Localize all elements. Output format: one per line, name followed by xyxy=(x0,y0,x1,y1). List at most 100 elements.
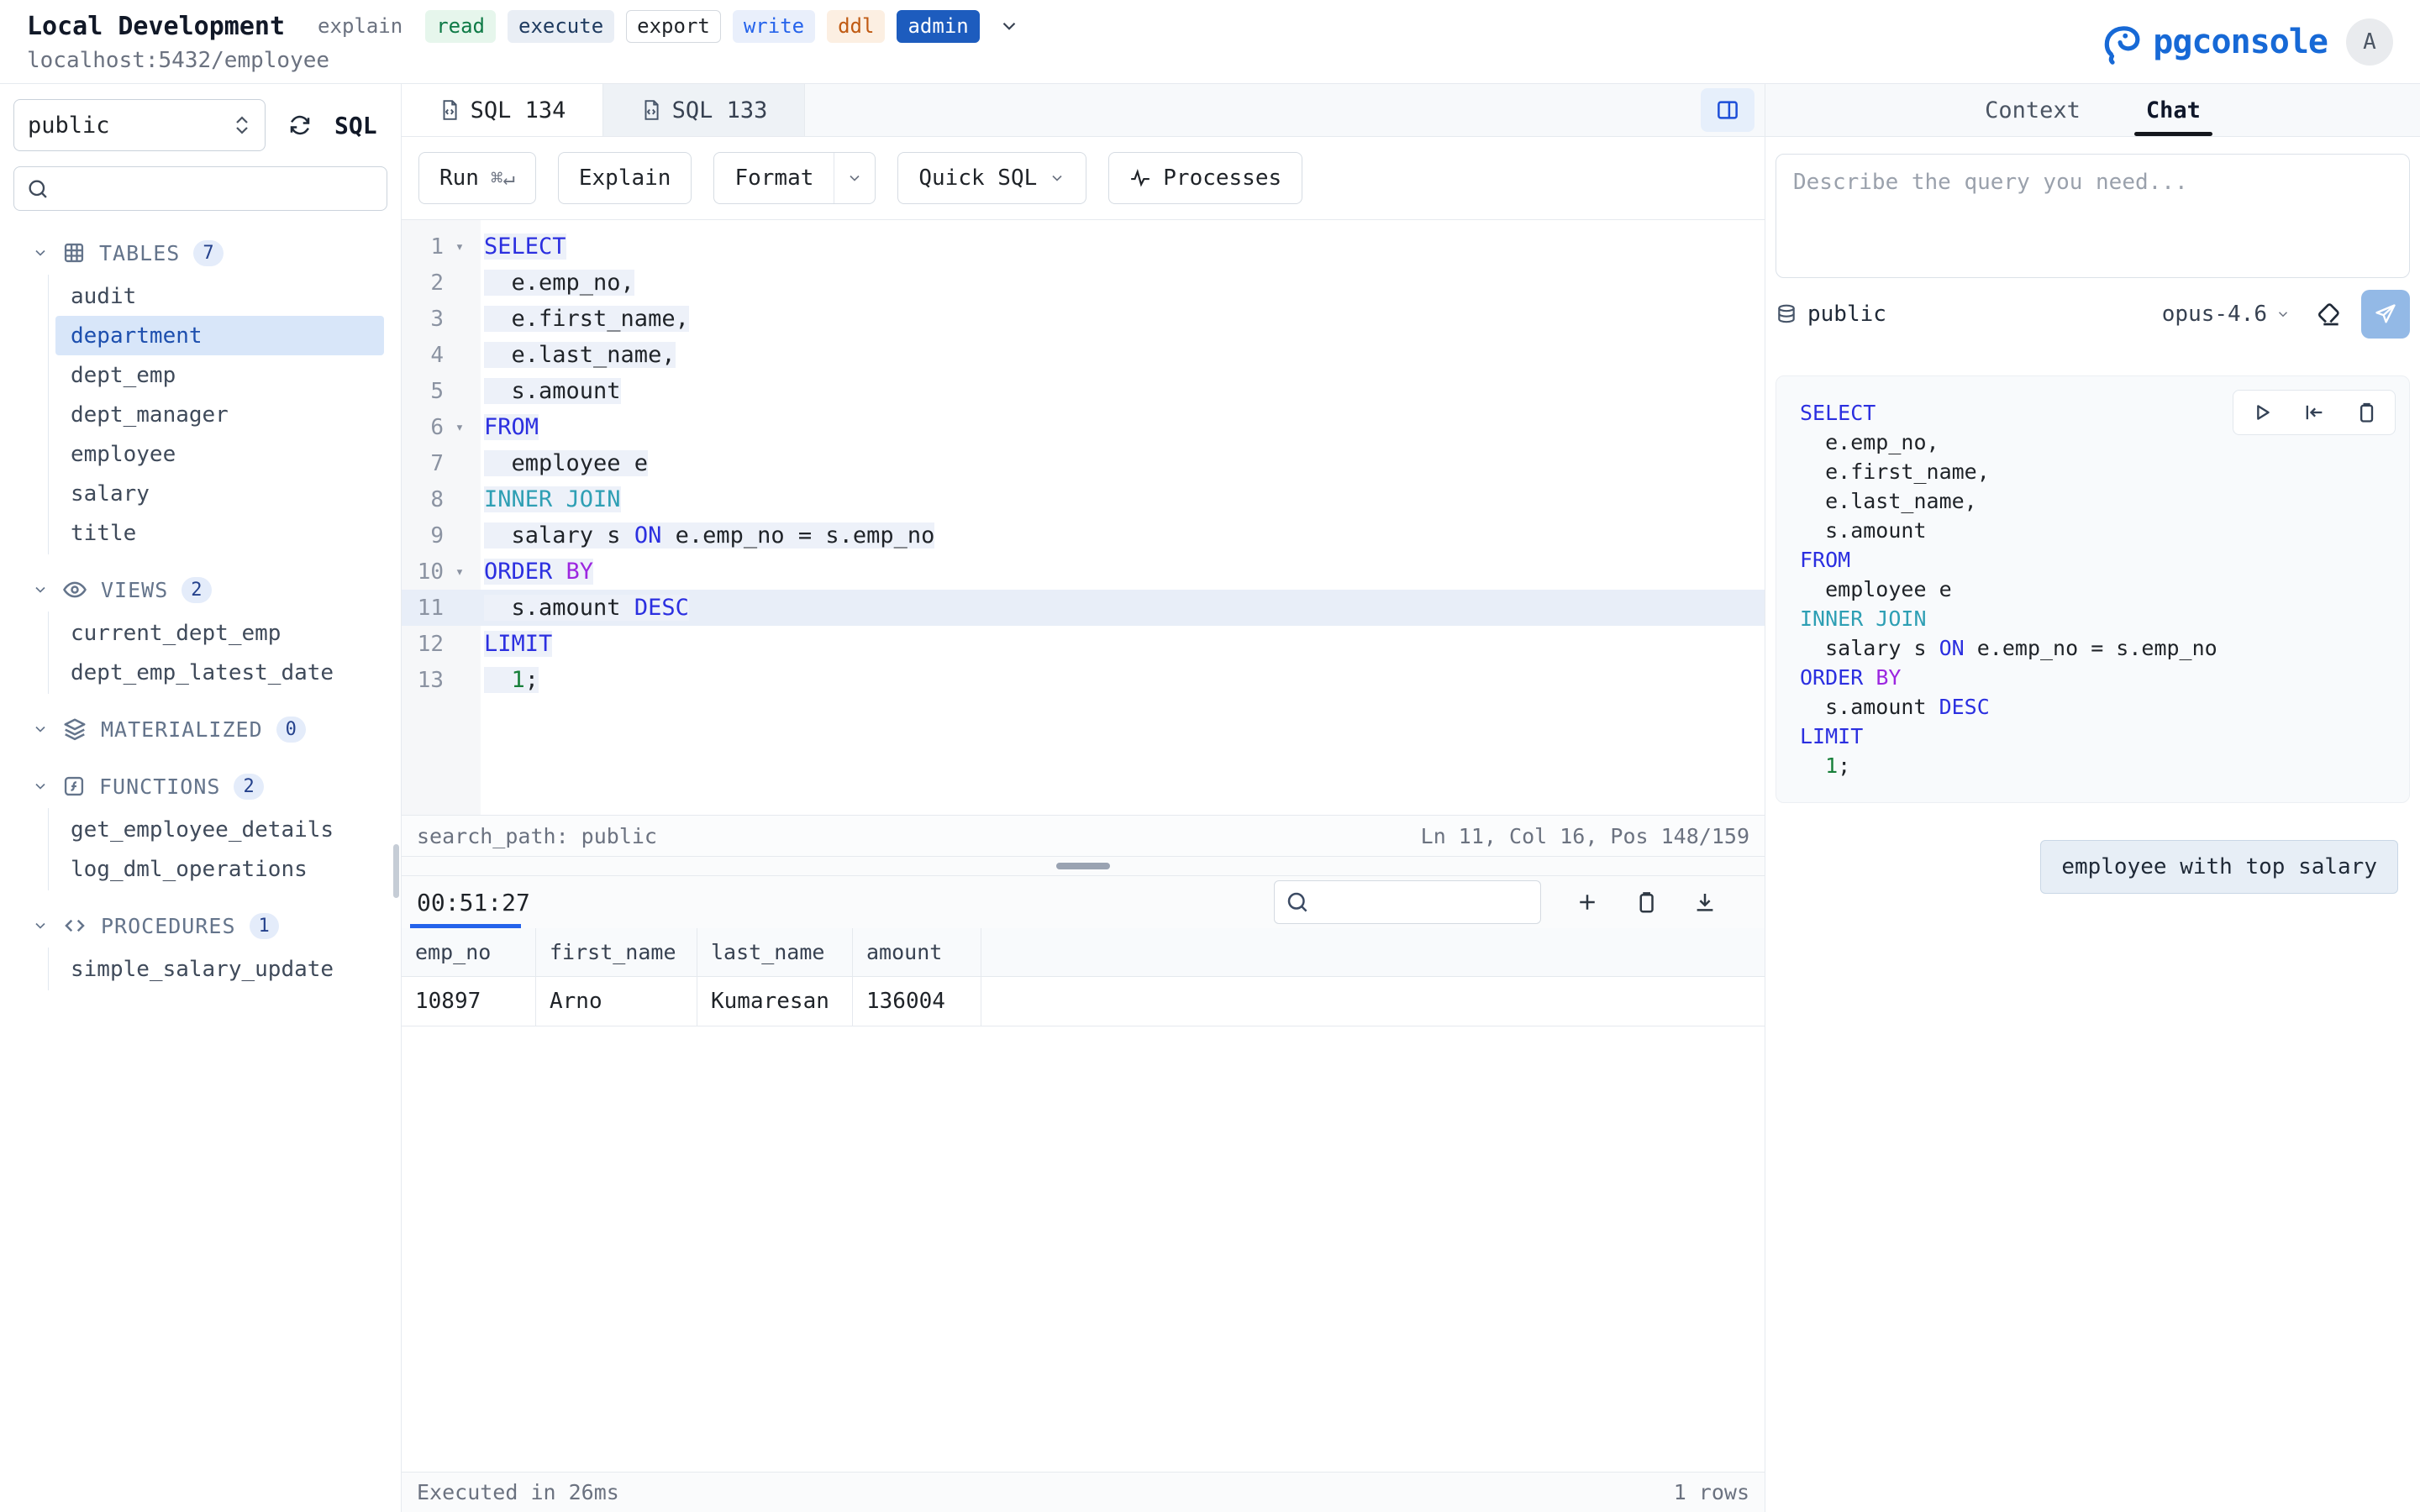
editor-line-9[interactable]: 9 salary s ON e.emp_no = s.emp_no xyxy=(402,517,1765,554)
editor-line-12[interactable]: 12LIMIT xyxy=(402,626,1765,662)
connection-info: Local Development explainreadexecuteexpo… xyxy=(27,10,1020,73)
editor-line-11[interactable]: 11 s.amount DESC xyxy=(402,590,1765,626)
schema-sidebar: public SQL TABLES7auditdepartmentdept_em… xyxy=(0,84,402,1512)
sidebar-section-tables: TABLES7auditdepartmentdept_empdept_manag… xyxy=(0,231,401,554)
copy-code-button[interactable] xyxy=(2354,401,2378,424)
activity-pulse-icon xyxy=(1129,167,1151,189)
sidebar-item-get_employee_details[interactable]: get_employee_details xyxy=(55,810,384,849)
run-label: Run xyxy=(439,165,479,191)
user-avatar[interactable]: A xyxy=(2346,18,2393,66)
download-results-button[interactable] xyxy=(1692,890,1718,915)
section-header-procedures[interactable]: PROCEDURES1 xyxy=(0,904,401,948)
column-header-amount[interactable]: amount xyxy=(853,928,981,976)
tab-label: SQL 134 xyxy=(471,97,566,123)
line-number: 2 xyxy=(402,270,444,296)
sql-mode-label[interactable]: SQL xyxy=(334,112,377,139)
editor-line-8[interactable]: 8INNER JOIN xyxy=(402,481,1765,517)
table-row[interactable]: 10897ArnoKumaresan136004 xyxy=(402,977,1765,1026)
tab-chat[interactable]: Chat xyxy=(2143,84,2204,136)
section-count-badge: 1 xyxy=(250,913,279,939)
badge-write: write xyxy=(733,10,815,43)
section-header-views[interactable]: VIEWS2 xyxy=(0,568,401,612)
sidebar-item-dept_emp[interactable]: dept_emp xyxy=(55,355,384,395)
sidebar-scrollbar-thumb[interactable] xyxy=(393,844,399,898)
send-button[interactable] xyxy=(2361,290,2410,339)
sidebar-item-employee[interactable]: employee xyxy=(55,434,384,474)
section-header-materialized[interactable]: MATERIALIZED0 xyxy=(0,707,401,751)
splitter-drag-handle[interactable] xyxy=(1056,863,1110,869)
insert-code-button[interactable] xyxy=(2302,401,2326,424)
sidebar-item-title[interactable]: title xyxy=(55,513,384,553)
section-header-functions[interactable]: FUNCTIONS2 xyxy=(0,764,401,808)
editor-line-2[interactable]: 2 e.emp_no, xyxy=(402,265,1765,301)
explain-button[interactable]: Explain xyxy=(558,152,692,204)
response-code-line: ORDER BY xyxy=(1800,663,2392,692)
editor-line-6[interactable]: 6▾FROM xyxy=(402,409,1765,445)
line-number: 5 xyxy=(402,379,444,404)
sidebar-item-dept_emp_latest_date[interactable]: dept_emp_latest_date xyxy=(55,653,384,692)
row-count: 1 rows xyxy=(1674,1480,1749,1504)
code-actions xyxy=(2233,390,2396,435)
sidebar-item-simple_salary_update[interactable]: simple_salary_update xyxy=(55,949,384,989)
top-header: Local Development explainreadexecuteexpo… xyxy=(0,0,2420,84)
editor-line-3[interactable]: 3 e.first_name, xyxy=(402,301,1765,337)
chevron-down-icon[interactable] xyxy=(998,15,1020,37)
tab-context[interactable]: Context xyxy=(1981,84,2084,136)
column-header-emp_no[interactable]: emp_no xyxy=(402,928,536,976)
model-name: opus-4.6 xyxy=(2162,302,2267,327)
sql-editor[interactable]: 1▾SELECT2 e.emp_no,3 e.first_name,4 e.la… xyxy=(402,220,1765,815)
assistant-tabbar: Context Chat xyxy=(1765,84,2420,137)
split-view-button[interactable] xyxy=(1701,88,1754,132)
editor-line-10[interactable]: 10▾ORDER BY xyxy=(402,554,1765,590)
sidebar-search-input[interactable] xyxy=(13,166,387,211)
editor-line-1[interactable]: 1▾SELECT xyxy=(402,228,1765,265)
line-number: 11 xyxy=(402,596,444,621)
clear-chat-button[interactable] xyxy=(2316,301,2343,328)
chevron-down-icon xyxy=(846,170,863,186)
results-search-input[interactable] xyxy=(1274,880,1541,924)
format-dropdown-button[interactable] xyxy=(834,153,875,203)
fold-arrow-icon[interactable]: ▾ xyxy=(444,239,476,255)
model-selector[interactable]: opus-4.6 xyxy=(2162,302,2291,327)
editor-line-13[interactable]: 13 1; xyxy=(402,662,1765,698)
result-timer-tab[interactable]: 00:51:27 xyxy=(417,889,530,916)
run-button[interactable]: Run ⌘↵ xyxy=(418,152,536,204)
sidebar-item-salary[interactable]: salary xyxy=(55,474,384,513)
sidebar-item-current_dept_emp[interactable]: current_dept_emp xyxy=(55,613,384,653)
format-button[interactable]: Format xyxy=(713,152,876,204)
column-header-first_name[interactable]: first_name xyxy=(536,928,697,976)
line-number: 10 xyxy=(402,559,444,585)
line-number: 1 xyxy=(402,234,444,260)
schema-select[interactable]: public xyxy=(13,99,266,151)
run-code-button[interactable] xyxy=(2250,401,2274,424)
processes-button[interactable]: Processes xyxy=(1108,152,1302,204)
tab-sql-134[interactable]: SQL 134 xyxy=(402,84,603,136)
fold-arrow-icon[interactable]: ▾ xyxy=(444,564,476,580)
sidebar-item-department[interactable]: department xyxy=(55,316,384,355)
editor-line-7[interactable]: 7 employee e xyxy=(402,445,1765,481)
code-text: s.amount xyxy=(484,378,621,404)
section-header-tables[interactable]: TABLES7 xyxy=(0,231,401,275)
table-icon xyxy=(62,241,86,265)
copy-results-button[interactable] xyxy=(1634,890,1659,915)
add-row-button[interactable] xyxy=(1575,890,1600,915)
chat-prompt-input[interactable] xyxy=(1776,154,2410,278)
refresh-icon[interactable] xyxy=(287,113,313,138)
sidebar-item-dept_manager[interactable]: dept_manager xyxy=(55,395,384,434)
sidebar-item-log_dml_operations[interactable]: log_dml_operations xyxy=(55,849,384,889)
select-updown-icon xyxy=(233,114,251,136)
chevron-down-icon xyxy=(32,581,49,598)
context-schema-label: public xyxy=(1807,302,1886,327)
editor-line-4[interactable]: 4 e.last_name, xyxy=(402,337,1765,373)
column-header-last_name[interactable]: last_name xyxy=(697,928,853,976)
connection-string: localhost:5432/employee xyxy=(27,48,1020,73)
response-code-line: 1; xyxy=(1800,751,2392,780)
fold-arrow-icon[interactable]: ▾ xyxy=(444,419,476,436)
sidebar-item-audit[interactable]: audit xyxy=(55,276,384,316)
connection-title: Local Development xyxy=(27,12,285,41)
response-code-line: s.amount DESC xyxy=(1800,692,2392,722)
cell-emp_no: 10897 xyxy=(402,977,536,1026)
tab-sql-133[interactable]: SQL 133 xyxy=(603,84,805,136)
quick-sql-button[interactable]: Quick SQL xyxy=(897,152,1086,204)
editor-line-5[interactable]: 5 s.amount xyxy=(402,373,1765,409)
